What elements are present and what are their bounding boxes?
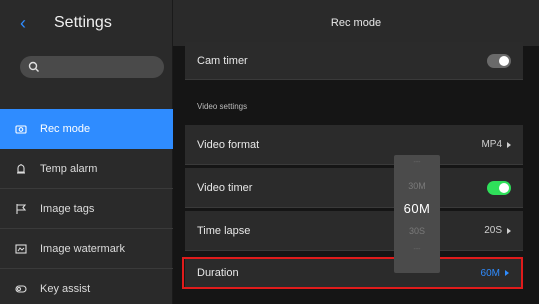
flag-icon bbox=[14, 202, 28, 216]
duration-picker[interactable]: --- 30M 60M 30S --- bbox=[394, 155, 440, 273]
duration-highlight-box bbox=[182, 257, 523, 289]
time-lapse-label: Time lapse bbox=[197, 224, 251, 237]
sidebar-item-label: Image watermark bbox=[40, 242, 125, 255]
video-format-label: Video format bbox=[197, 138, 260, 151]
watermark-icon bbox=[14, 242, 28, 256]
video-settings-label: Video settings bbox=[197, 102, 248, 111]
picker-option-selected[interactable]: 60M bbox=[394, 201, 440, 216]
sidebar-item-label: Rec mode bbox=[40, 123, 91, 135]
page-title: Rec mode bbox=[173, 0, 539, 46]
sidebar-item-rec-mode[interactable]: Rec mode bbox=[0, 109, 173, 149]
picker-option[interactable]: 30S bbox=[394, 226, 440, 236]
sidebar-header: ‹ Settings bbox=[0, 0, 172, 46]
cam-timer-toggle[interactable] bbox=[487, 53, 511, 68]
picker-option[interactable]: --- bbox=[394, 159, 440, 173]
cam-timer-label: Cam timer bbox=[197, 54, 248, 67]
time-lapse-value-wrap: 20S bbox=[484, 225, 511, 236]
sidebar-item-label: Image tags bbox=[40, 202, 95, 215]
picker-option[interactable]: --- bbox=[394, 246, 440, 253]
sidebar-title: Settings bbox=[54, 14, 112, 31]
search-icon bbox=[28, 61, 39, 72]
sidebar-item-label: Temp alarm bbox=[40, 162, 98, 175]
chevron-right-icon bbox=[507, 141, 511, 148]
camera-icon bbox=[14, 122, 28, 136]
sidebar-item-image-watermark[interactable]: Image watermark bbox=[0, 229, 173, 269]
picker-option[interactable]: 30M bbox=[394, 181, 440, 191]
toggle-knob bbox=[499, 55, 509, 66]
search-input[interactable] bbox=[20, 56, 164, 78]
sidebar-item-label: Key assist bbox=[40, 282, 91, 295]
key-assist-icon bbox=[14, 282, 28, 296]
video-format-row[interactable]: Video format MP4 bbox=[185, 125, 523, 165]
sidebar-list: Rec mode Temp alarm Image tags Image wat… bbox=[0, 109, 173, 304]
alarm-icon bbox=[14, 162, 28, 176]
chevron-right-icon bbox=[507, 227, 511, 234]
time-lapse-value: 20S bbox=[484, 225, 502, 236]
video-timer-toggle[interactable] bbox=[487, 180, 511, 195]
time-lapse-row[interactable]: Time lapse 20S bbox=[185, 211, 523, 251]
toggle-knob bbox=[499, 182, 509, 193]
back-chevron-icon[interactable]: ‹ bbox=[14, 13, 32, 33]
video-format-value: MP4 bbox=[481, 139, 502, 150]
cam-timer-row[interactable]: Cam timer bbox=[185, 42, 523, 80]
video-format-value-wrap: MP4 bbox=[481, 139, 511, 150]
sidebar-item-image-tags[interactable]: Image tags bbox=[0, 189, 173, 229]
sidebar-item-temp-alarm[interactable]: Temp alarm bbox=[0, 149, 173, 189]
video-timer-label: Video timer bbox=[197, 181, 253, 194]
sidebar: ‹ Settings Rec mode Temp alarm Image tag… bbox=[0, 0, 173, 304]
video-timer-row[interactable]: Video timer bbox=[185, 168, 523, 208]
sidebar-item-key-assist[interactable]: Key assist bbox=[0, 269, 173, 304]
